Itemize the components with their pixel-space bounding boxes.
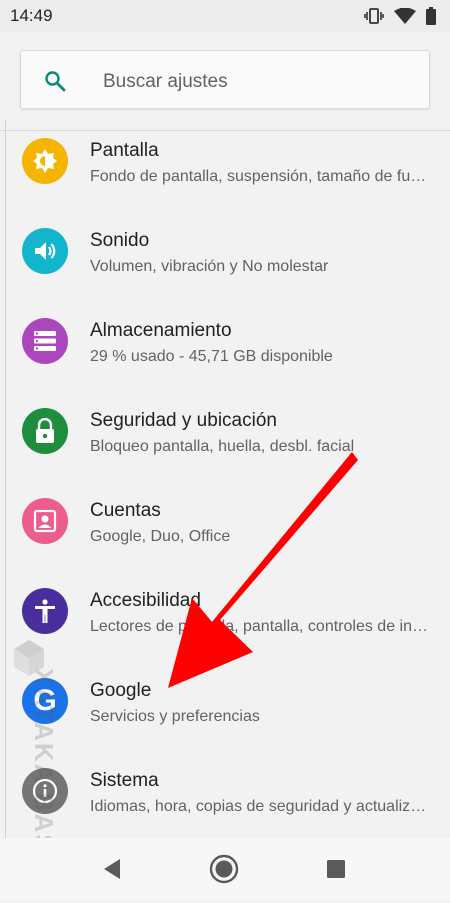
- google-icon: G: [22, 678, 68, 724]
- lock-icon: [22, 408, 68, 454]
- setting-google[interactable]: G Google Servicios y preferencias: [0, 656, 450, 746]
- home-button[interactable]: [209, 854, 239, 884]
- search-input[interactable]: [101, 66, 405, 98]
- search-icon[interactable]: [43, 69, 67, 93]
- back-button[interactable]: [97, 854, 127, 884]
- setting-subtitle: Volumen, vibración y No molestar: [90, 258, 329, 275]
- status-icons: [364, 7, 436, 25]
- setting-sound[interactable]: Sonido Volumen, vibración y No molestar: [0, 206, 450, 296]
- setting-title: Accesibilidad: [90, 590, 201, 611]
- setting-title: Pantalla: [90, 140, 159, 161]
- search-bar[interactable]: [20, 50, 430, 109]
- setting-subtitle: Fondo de pantalla, suspensión, tamaño de…: [90, 168, 430, 185]
- setting-title: Seguridad y ubicación: [90, 410, 277, 431]
- status-time: 14:49: [10, 6, 53, 25]
- battery-icon: [426, 7, 436, 25]
- setting-storage[interactable]: Almacenamiento 29 % usado - 45,71 GB dis…: [0, 296, 450, 386]
- vibrate-icon: [364, 8, 384, 24]
- setting-subtitle: Idiomas, hora, copias de seguridad y act…: [90, 798, 430, 815]
- recents-button[interactable]: [321, 854, 351, 884]
- setting-subtitle: Google, Duo, Office: [90, 528, 231, 545]
- setting-title: Cuentas: [90, 500, 161, 521]
- wifi-icon: [394, 8, 416, 24]
- setting-title: Google: [90, 680, 152, 701]
- brightness-icon: [22, 138, 68, 184]
- back-icon: [104, 859, 120, 879]
- volume-icon: [22, 228, 68, 274]
- setting-title: Sistema: [90, 770, 159, 791]
- setting-accounts[interactable]: Cuentas Google, Duo, Office: [0, 476, 450, 566]
- setting-subtitle: Lectores de pantalla, pantalla, controle…: [90, 618, 430, 635]
- setting-subtitle: 29 % usado - 45,71 GB disponible: [90, 348, 333, 365]
- setting-subtitle: Bloqueo pantalla, huella, desbl. facial: [90, 438, 355, 455]
- setting-title: Sonido: [90, 230, 150, 251]
- storage-icon: [22, 318, 68, 364]
- info-icon: [22, 768, 68, 814]
- home-icon: [209, 854, 239, 884]
- setting-title: Almacenamiento: [90, 320, 232, 341]
- status-bar: 14:49: [0, 0, 450, 32]
- recents-icon: [327, 860, 345, 878]
- header-divider: [0, 130, 450, 131]
- accessibility-icon: [22, 588, 68, 634]
- navigation-bar: [0, 838, 450, 900]
- account-icon: [22, 498, 68, 544]
- setting-security[interactable]: Seguridad y ubicación Bloqueo pantalla, …: [0, 386, 450, 476]
- setting-system[interactable]: Sistema Idiomas, hora, copias de segurid…: [0, 746, 450, 836]
- setting-accessibility[interactable]: Accesibilidad Lectores de pantalla, pant…: [0, 566, 450, 656]
- setting-subtitle: Servicios y preferencias: [90, 708, 260, 725]
